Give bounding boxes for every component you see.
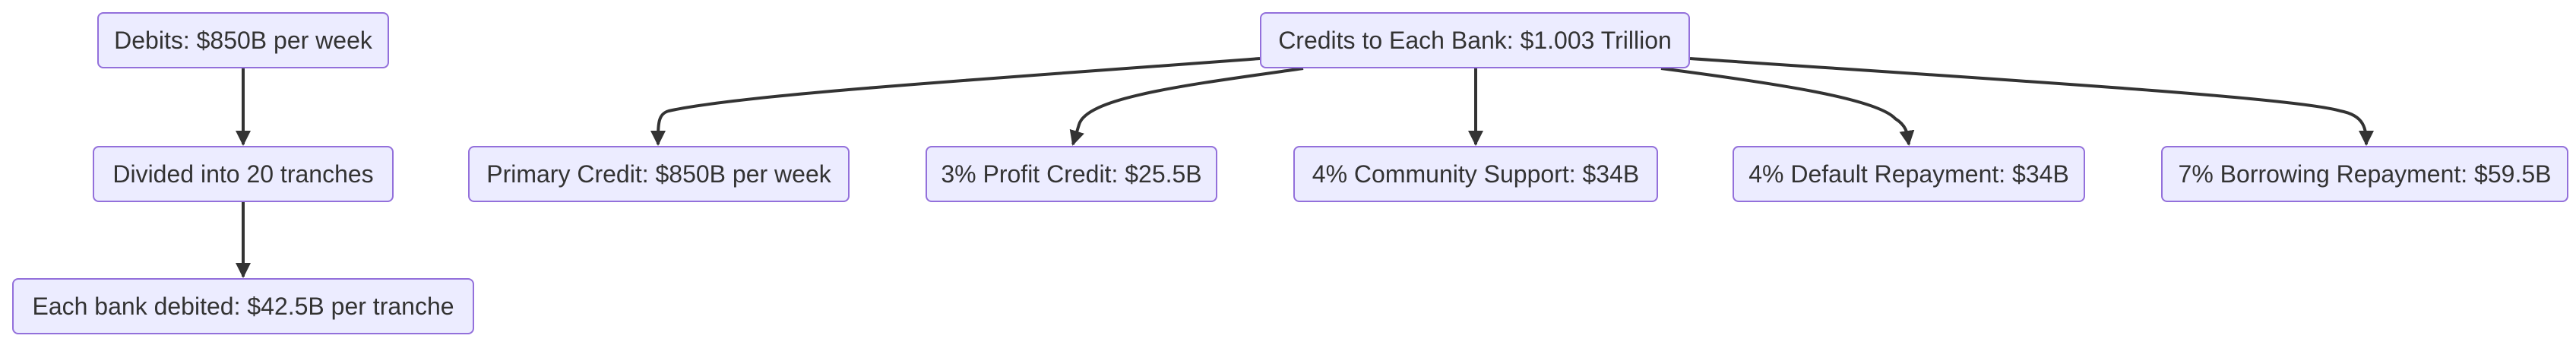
default-repayment-label: 4% Default Repayment: $34B <box>1748 160 2069 188</box>
debits-node: Debits: $850B per week <box>97 12 389 68</box>
edge-credits-to-borrowing-repayment <box>1689 57 2374 146</box>
default-repayment-node: 4% Default Repayment: $34B <box>1733 146 2085 202</box>
per-bank-debit-label: Each bank debited: $42.5B per tranche <box>32 293 454 320</box>
flowchart: Debits: $850B per week Divided into 20 t… <box>0 0 2576 345</box>
profit-credit-node: 3% Profit Credit: $25.5B <box>926 146 1217 202</box>
per-bank-debit-node: Each bank debited: $42.5B per tranche <box>12 278 474 334</box>
debits-label: Debits: $850B per week <box>114 27 372 54</box>
credits-node: Credits to Each Bank: $1.003 Trillion <box>1260 12 1690 68</box>
tranches-node: Divided into 20 tranches <box>93 146 394 202</box>
primary-credit-label: Primary Credit: $850B per week <box>486 160 831 188</box>
profit-credit-label: 3% Profit Credit: $25.5B <box>941 160 1202 188</box>
primary-credit-node: Primary Credit: $850B per week <box>468 146 850 202</box>
tranches-label: Divided into 20 tranches <box>112 160 374 188</box>
community-support-label: 4% Community Support: $34B <box>1312 160 1640 188</box>
credits-label: Credits to Each Bank: $1.003 Trillion <box>1278 27 1672 54</box>
community-support-node: 4% Community Support: $34B <box>1293 146 1658 202</box>
edge-credits-to-default-repayment <box>1660 67 1915 146</box>
edge-credits-to-profit-credit <box>1069 67 1304 146</box>
borrowing-repayment-label: 7% Borrowing Repayment: $59.5B <box>2178 160 2552 188</box>
edge-credits-to-primary-credit <box>650 57 1261 146</box>
borrowing-repayment-node: 7% Borrowing Repayment: $59.5B <box>2161 146 2568 202</box>
